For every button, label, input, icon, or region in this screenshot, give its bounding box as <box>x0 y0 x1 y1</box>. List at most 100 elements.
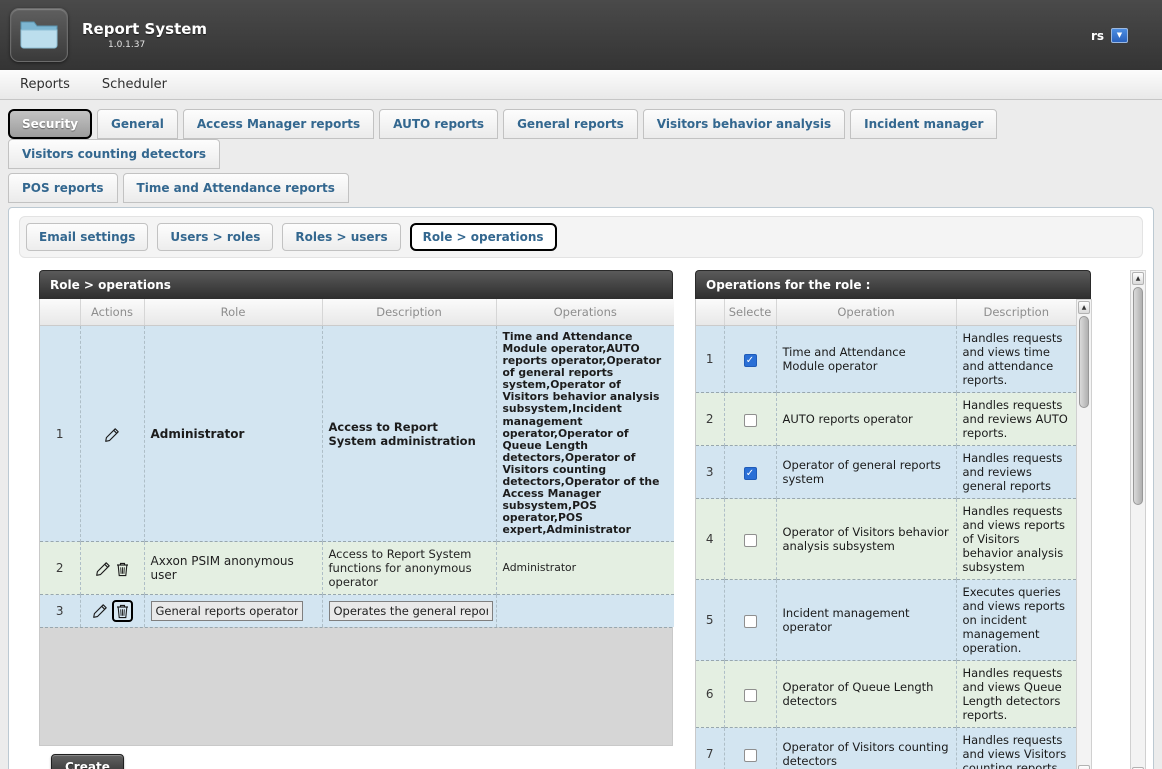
operation-name-cell: Operator of Visitors counting detectors <box>776 728 956 769</box>
tab-security[interactable]: Security <box>8 109 92 139</box>
tab-general[interactable]: General <box>97 109 178 139</box>
operation-select-cell <box>724 661 776 728</box>
operation-checkbox[interactable] <box>744 749 757 762</box>
operation-description-cell: Handles requests and views time and atte… <box>956 326 1076 393</box>
operation-checkbox[interactable] <box>744 414 757 427</box>
content-panel: Email settings Users > roles Roles > users… <box>8 207 1154 769</box>
operation-select-cell <box>724 499 776 580</box>
tab-pos-reports[interactable]: POS reports <box>8 173 118 203</box>
menu-item-reports[interactable]: Reports <box>20 77 70 92</box>
operation-row-1: 1 ✓ Time and Attendance Module operatorHan… <box>696 326 1076 393</box>
operation-checkbox[interactable]: ✓ <box>744 467 757 480</box>
role-name-input[interactable] <box>151 601 303 621</box>
scroll-up-icon[interactable]: ▲ <box>1078 301 1090 314</box>
operation-row-6: 6 Operator of Queue Length detectorsHandl… <box>696 661 1076 728</box>
subtab-email-settings[interactable]: Email settings <box>26 223 148 251</box>
operation-checkbox[interactable] <box>744 615 757 628</box>
operation-name-cell: AUTO reports operator <box>776 393 956 446</box>
roles-panel-title: Role > operations <box>39 270 673 299</box>
delete-role-icon[interactable] <box>115 561 130 577</box>
subtab-roles-users[interactable]: Roles > users <box>282 223 400 251</box>
role-description-cell: Access to Report System administration <box>322 326 496 542</box>
subtab-role-operations[interactable]: Role > operations <box>410 223 557 251</box>
roles-table-header: ActionsRoleDescriptionOperations <box>40 299 674 326</box>
operation-row-2: 2 AUTO reports operatorHandles requests a… <box>696 393 1076 446</box>
tab-visitors-counting-detectors[interactable]: Visitors counting detectors <box>8 139 220 169</box>
operations-scrollbar-thumb[interactable] <box>1079 316 1089 408</box>
scroll-down-icon[interactable]: ▼ <box>1078 765 1090 769</box>
operation-name-cell: Time and Attendance Module operator <box>776 326 956 393</box>
operation-name-cell: Operator of general reports system <box>776 446 956 499</box>
column-header-selecte: Selecte <box>724 299 776 326</box>
role-description-input[interactable] <box>329 601 493 621</box>
operation-name-cell: Incident management operator <box>776 580 956 661</box>
menu-item-scheduler[interactable]: Scheduler <box>102 77 167 92</box>
operation-select-cell: ✓ <box>724 326 776 393</box>
operation-select-cell: ✓ <box>724 446 776 499</box>
role-operations-cell: Time and Attendance Module operator,AUTO… <box>496 326 674 542</box>
role-actions <box>80 542 144 595</box>
role-actions <box>80 595 144 628</box>
operation-checkbox[interactable] <box>744 689 757 702</box>
user-area: rs ▼ <box>1091 28 1128 43</box>
operation-description-cell: Handles requests and views Visitors coun… <box>956 728 1076 769</box>
operation-checkbox[interactable]: ✓ <box>744 354 757 367</box>
operation-select-cell <box>724 393 776 446</box>
page-scrollbar-thumb[interactable] <box>1133 287 1143 505</box>
folder-icon <box>19 17 59 54</box>
tab-time-and-attendance-reports[interactable]: Time and Attendance reports <box>123 173 349 203</box>
roles-table-area: ActionsRoleDescriptionOperations 1Admini… <box>39 299 673 746</box>
tab-general-reports[interactable]: General reports <box>503 109 638 139</box>
role-actions <box>80 326 144 542</box>
tab-visitors-behavior-analysis[interactable]: Visitors behavior analysis <box>643 109 845 139</box>
row-number: 2 <box>696 393 724 446</box>
operations-vertical-scrollbar[interactable]: ▲ ▼ <box>1076 299 1092 769</box>
column-header-description: Description <box>322 299 496 326</box>
operation-checkbox[interactable] <box>744 534 757 547</box>
operation-description-cell: Handles requests and reviews AUTO report… <box>956 393 1076 446</box>
column-header-description: Description <box>956 299 1076 326</box>
row-number: 3 <box>696 446 724 499</box>
role-row-3: 3 <box>40 595 674 628</box>
operation-row-7: 7 Operator of Visitors counting detectors… <box>696 728 1076 769</box>
row-number: 4 <box>696 499 724 580</box>
roles-table-body: 1AdministratorAccess to Report System ad… <box>40 326 674 628</box>
operation-select-cell <box>724 728 776 769</box>
user-menu-button[interactable]: ▼ <box>1111 28 1128 43</box>
role-name-cell <box>144 595 322 628</box>
page-vertical-scrollbar[interactable]: ▲ ▼ <box>1130 270 1146 769</box>
column-header-actions: Actions <box>80 299 144 326</box>
tab-incident-manager[interactable]: Incident manager <box>850 109 997 139</box>
operations-table-header: SelecteOperationDescription <box>696 299 1076 326</box>
user-name: rs <box>1091 29 1104 43</box>
subtab-users-roles[interactable]: Users > roles <box>157 223 273 251</box>
edit-role-icon[interactable] <box>104 427 120 443</box>
tab-access-manager-reports[interactable]: Access Manager reports <box>183 109 374 139</box>
chevron-down-icon: ▼ <box>1117 32 1122 39</box>
role-operations-cell: Administrator <box>496 542 674 595</box>
create-button[interactable]: Create <box>51 754 124 769</box>
row-number: 3 <box>40 595 80 628</box>
operations-panel: Operations for the role : SelecteOperati… <box>695 270 1091 769</box>
delete-role-icon[interactable] <box>112 600 133 622</box>
operations-table-body: 1✓Time and Attendance Module operatorHan… <box>696 326 1076 769</box>
menubar: Reports Scheduler <box>0 70 1162 100</box>
column-header-row-number <box>696 299 724 326</box>
roles-table-empty-area <box>40 627 672 745</box>
tab-auto-reports[interactable]: AUTO reports <box>379 109 498 139</box>
edit-role-icon[interactable] <box>95 561 111 577</box>
scroll-up-icon[interactable]: ▲ <box>1132 272 1144 285</box>
roles-panel: Role > operations ActionsRoleDescription… <box>39 270 673 769</box>
row-number: 7 <box>696 728 724 769</box>
roles-table: ActionsRoleDescriptionOperations 1Admini… <box>40 299 674 627</box>
app-title: Report System <box>82 20 207 38</box>
column-header-operations: Operations <box>496 299 674 326</box>
app-header: Report System 1.0.1.37 rs ▼ <box>0 0 1162 70</box>
row-number: 1 <box>696 326 724 393</box>
edit-role-icon[interactable] <box>92 603 108 619</box>
role-description-cell: Access to Report System functions for an… <box>322 542 496 595</box>
main-tabs-row1: SecurityGeneralAccess Manager reportsAUT… <box>8 109 1154 169</box>
operation-description-cell: Handles requests and views Queue Length … <box>956 661 1076 728</box>
row-number: 6 <box>696 661 724 728</box>
operation-name-cell: Operator of Queue Length detectors <box>776 661 956 728</box>
